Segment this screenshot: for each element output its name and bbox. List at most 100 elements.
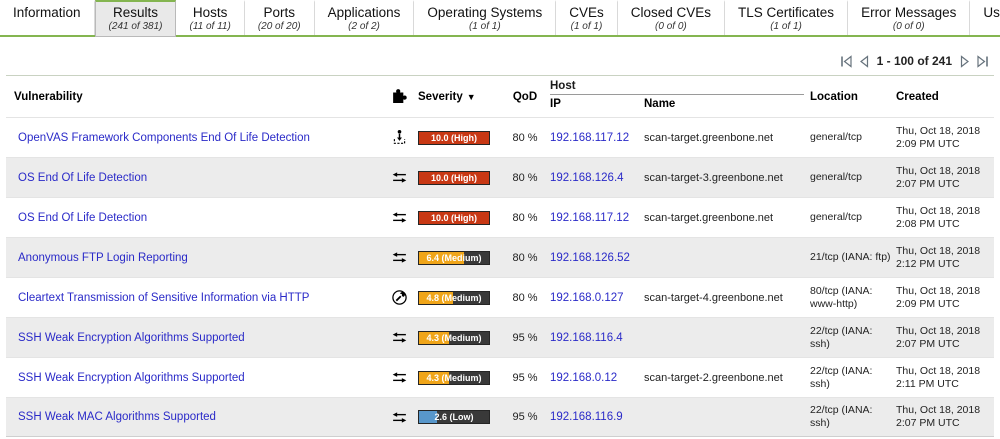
qod-value: 80 % <box>500 132 550 144</box>
section-tab[interactable]: TLS Certificates (1 of 1) <box>725 0 848 35</box>
tab-label: TLS Certificates <box>738 5 834 21</box>
qod-value: 80 % <box>500 252 550 264</box>
severity-badge: 4.8 (Medium) <box>418 291 490 305</box>
location-value: 21/tcp (IANA: ftp) <box>810 251 896 264</box>
previous-page-icon[interactable] <box>857 54 872 69</box>
section-tab[interactable]: User Tags (0) <box>970 0 1000 35</box>
section-tab[interactable]: CVEs (1 of 1) <box>556 0 618 35</box>
result-row: OS End Of Life Detection <box>6 157 994 197</box>
header-vulnerability[interactable]: Vulnerability <box>10 76 384 117</box>
severity-label: 4.3 (Medium) <box>419 332 489 344</box>
solution-workaround-icon <box>391 289 408 306</box>
vulnerability-link[interactable]: SSH Weak Encryption Algorithms Supported <box>14 372 245 384</box>
severity-label: 2.6 (Low) <box>419 411 489 423</box>
results-table: Vulnerability Severity ▼ QoD Host IP Nam… <box>6 75 994 437</box>
qod-value: 95 % <box>500 332 550 344</box>
vulnerability-link[interactable]: Cleartext Transmission of Sensitive Info… <box>14 292 309 304</box>
first-page-icon[interactable] <box>839 54 854 69</box>
section-tab-bar: Information Results (241 of 381) Hosts (… <box>0 0 1000 37</box>
tab-count: (241 of 381) <box>109 21 163 33</box>
severity-label: 4.3 (Medium) <box>419 372 489 384</box>
location-value: 80/tcp (IANA: www-http) <box>810 285 896 311</box>
next-page-icon[interactable] <box>957 54 972 69</box>
tab-count: (1 of 1) <box>469 21 501 33</box>
vulnerability-link[interactable]: SSH Weak MAC Algorithms Supported <box>14 411 216 423</box>
host-name: scan-target.greenbone.net <box>644 212 810 224</box>
section-tab[interactable]: Error Messages (0 of 0) <box>848 0 970 35</box>
header-solution-type[interactable] <box>384 76 414 117</box>
host-ip-link[interactable]: 192.168.126.4 <box>550 172 624 184</box>
section-tab[interactable]: Information <box>0 0 95 35</box>
header-qod[interactable]: QoD <box>500 76 550 117</box>
severity-badge: 4.3 (Medium) <box>418 371 490 385</box>
header-severity-label: Severity <box>418 91 463 103</box>
section-tab[interactable]: Closed CVEs (0 of 0) <box>618 0 725 35</box>
solution-vendorfix-icon <box>391 129 408 146</box>
vulnerability-link[interactable]: OS End Of Life Detection <box>14 212 147 224</box>
tab-count: (11 of 11) <box>189 21 230 33</box>
vulnerability-link[interactable]: SSH Weak Encryption Algorithms Supported <box>14 332 245 344</box>
section-tab[interactable]: Hosts (11 of 11) <box>176 0 244 35</box>
host-ip-link[interactable]: 192.168.117.12 <box>550 132 629 144</box>
qod-value: 80 % <box>500 292 550 304</box>
tab-count: (0 of 0) <box>893 21 925 33</box>
result-row: SSH Weak MAC Algorithms Supported <box>6 397 994 437</box>
tab-label: Error Messages <box>861 5 956 21</box>
header-name[interactable]: Name <box>644 98 810 110</box>
pagination: 1 - 100 of 241 <box>839 54 990 69</box>
section-tab[interactable]: Operating Systems (1 of 1) <box>414 0 556 35</box>
tab-count: (1 of 1) <box>770 21 802 33</box>
created-value: Thu, Oct 18, 2018 2:07 PM UTC <box>896 165 990 191</box>
header-host: Host <box>550 80 804 95</box>
header-created[interactable]: Created <box>896 76 990 117</box>
tab-label: Operating Systems <box>427 5 542 21</box>
tab-label: Information <box>13 5 81 21</box>
puzzle-icon <box>391 87 408 107</box>
host-ip-link[interactable]: 192.168.117.12 <box>550 212 629 224</box>
toolbar: 1 - 100 of 241 <box>0 37 1000 73</box>
vulnerability-link[interactable]: OS End Of Life Detection <box>14 172 147 184</box>
qod-value: 95 % <box>500 372 550 384</box>
host-ip-link[interactable]: 192.168.116.4 <box>550 332 623 344</box>
table-body: OpenVAS Framework Components End Of Life… <box>6 117 994 437</box>
tab-label: Closed CVEs <box>631 5 711 21</box>
result-row: Cleartext Transmission of Sensitive Info… <box>6 277 994 317</box>
host-ip-link[interactable]: 192.168.126.52 <box>550 252 630 264</box>
section-tab[interactable]: Applications (2 of 2) <box>315 0 415 35</box>
created-value: Thu, Oct 18, 2018 2:12 PM UTC <box>896 245 990 271</box>
vulnerability-link[interactable]: Anonymous FTP Login Reporting <box>14 252 188 264</box>
section-tab[interactable]: Results (241 of 381) <box>95 0 177 37</box>
tab-label: Results <box>113 5 158 21</box>
host-name: scan-target-4.greenbone.net <box>644 292 810 304</box>
result-row: OpenVAS Framework Components End Of Life… <box>6 117 994 157</box>
location-value: general/tcp <box>810 131 896 144</box>
host-name: scan-target.greenbone.net <box>644 132 810 144</box>
severity-label: 10.0 (High) <box>419 212 489 224</box>
solution-willnotfix-icon <box>391 329 408 346</box>
qod-value: 80 % <box>500 212 550 224</box>
host-ip-link[interactable]: 192.168.116.9 <box>550 411 623 423</box>
tab-label: Applications <box>328 5 401 21</box>
last-page-icon[interactable] <box>975 54 990 69</box>
qod-value: 95 % <box>500 411 550 423</box>
severity-badge: 10.0 (High) <box>418 131 490 145</box>
severity-label: 10.0 (High) <box>419 132 489 144</box>
vulnerability-link[interactable]: OpenVAS Framework Components End Of Life… <box>14 132 310 144</box>
severity-badge: 6.4 (Medium) <box>418 251 490 265</box>
result-row: SSH Weak Encryption Algorithms Supported <box>6 317 994 357</box>
solution-willnotfix-icon <box>391 249 408 266</box>
severity-badge: 10.0 (High) <box>418 211 490 225</box>
location-value: 22/tcp (IANA: ssh) <box>810 365 896 391</box>
section-tab[interactable]: Ports (20 of 20) <box>245 0 315 35</box>
header-ip[interactable]: IP <box>550 98 644 110</box>
host-ip-link[interactable]: 192.168.0.127 <box>550 292 624 304</box>
tab-label: Ports <box>263 5 295 21</box>
result-row: SSH Weak Encryption Algorithms Supported <box>6 357 994 397</box>
header-location[interactable]: Location <box>810 76 896 117</box>
created-value: Thu, Oct 18, 2018 2:09 PM UTC <box>896 285 990 311</box>
created-value: Thu, Oct 18, 2018 2:11 PM UTC <box>896 365 990 391</box>
sort-descending-icon: ▼ <box>467 92 476 102</box>
host-ip-link[interactable]: 192.168.0.12 <box>550 372 617 384</box>
header-severity[interactable]: Severity ▼ <box>414 76 500 117</box>
result-row: OS End Of Life Detection <box>6 197 994 237</box>
